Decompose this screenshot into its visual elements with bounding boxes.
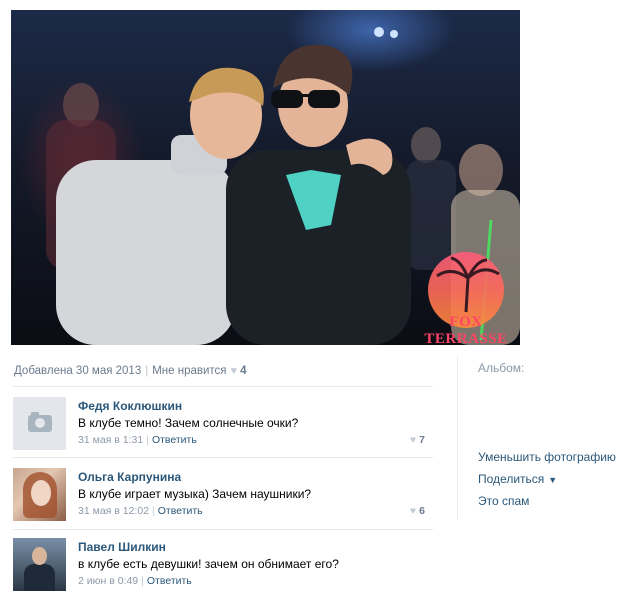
separator: | [141, 575, 144, 587]
divider [13, 529, 433, 530]
heart-icon: ♥ [230, 365, 238, 377]
main-photo[interactable]: FOX TERRASSE [11, 10, 520, 345]
like-button[interactable]: Мне нравится ♥ 4 [152, 365, 246, 377]
reply-link[interactable]: Ответить [158, 505, 203, 517]
club-logo-text: FOX TERRASSE [424, 314, 508, 345]
club-logo: FOX TERRASSE [411, 250, 520, 345]
share-label: Поделиться [478, 472, 545, 486]
comment-like-count: 7 [419, 434, 425, 446]
comment-like-button[interactable]: ♥ 6 [410, 505, 425, 517]
shrink-photo-link[interactable]: Уменьшить фотографию [478, 450, 616, 464]
share-button[interactable]: Поделиться ▼ [478, 472, 557, 486]
separator: | [145, 365, 149, 377]
comment-author[interactable]: Ольга Карпунина [78, 470, 181, 484]
comment-author[interactable]: Павел Шилкин [78, 540, 166, 554]
heart-icon: ♥ [409, 434, 417, 446]
divider [13, 457, 433, 458]
palm-tree-icon [436, 256, 500, 313]
comment-meta: 31 мая в 1:31 | Ответить [78, 434, 197, 446]
reply-link[interactable]: Ответить [152, 434, 197, 446]
user-avatar[interactable] [13, 468, 66, 521]
comment-item: Федя Коклюшкин В клубе темно! Зачем солн… [13, 397, 433, 452]
divider [13, 386, 433, 387]
photo-meta: Добавлена 30 мая 2013 | Мне нравится ♥ 4 [14, 365, 246, 377]
comment-text: в клубе есть девушки! зачем он обнимает … [78, 557, 339, 571]
comment-meta: 2 июн в 0:49 | Ответить [78, 575, 192, 587]
report-spam-link[interactable]: Это спам [478, 494, 529, 508]
like-label: Мне нравится [152, 365, 227, 377]
comment-item: Ольга Карпунина В клубе играет музыка) З… [13, 468, 433, 523]
album-label: Альбом: [478, 361, 525, 375]
comment-time[interactable]: 31 мая в 12:02 [78, 505, 149, 517]
comment-meta: 31 мая в 12:02 | Ответить [78, 505, 203, 517]
like-count: 4 [240, 365, 247, 377]
comment-text: В клубе темно! Зачем солнечные очки? [78, 416, 299, 430]
separator: | [146, 434, 149, 446]
camera-icon[interactable] [13, 397, 66, 450]
user-avatar[interactable] [13, 538, 66, 591]
comment-like-button[interactable]: ♥ 7 [410, 434, 425, 446]
added-date: Добавлена 30 мая 2013 [14, 365, 142, 377]
separator: | [152, 505, 155, 517]
comment-text: В клубе играет музыка) Зачем наушники? [78, 487, 312, 501]
comment-time[interactable]: 31 мая в 1:31 [78, 434, 143, 446]
column-divider [457, 355, 458, 520]
caret-down-icon: ▼ [548, 475, 558, 485]
comment-time[interactable]: 2 июн в 0:49 [78, 575, 138, 587]
comment-item: Павел Шилкин в клубе есть девушки! зачем… [13, 538, 433, 593]
comment-author[interactable]: Федя Коклюшкин [78, 399, 182, 413]
comment-like-count: 6 [419, 505, 425, 517]
reply-link[interactable]: Ответить [147, 575, 192, 587]
heart-icon: ♥ [409, 505, 417, 517]
